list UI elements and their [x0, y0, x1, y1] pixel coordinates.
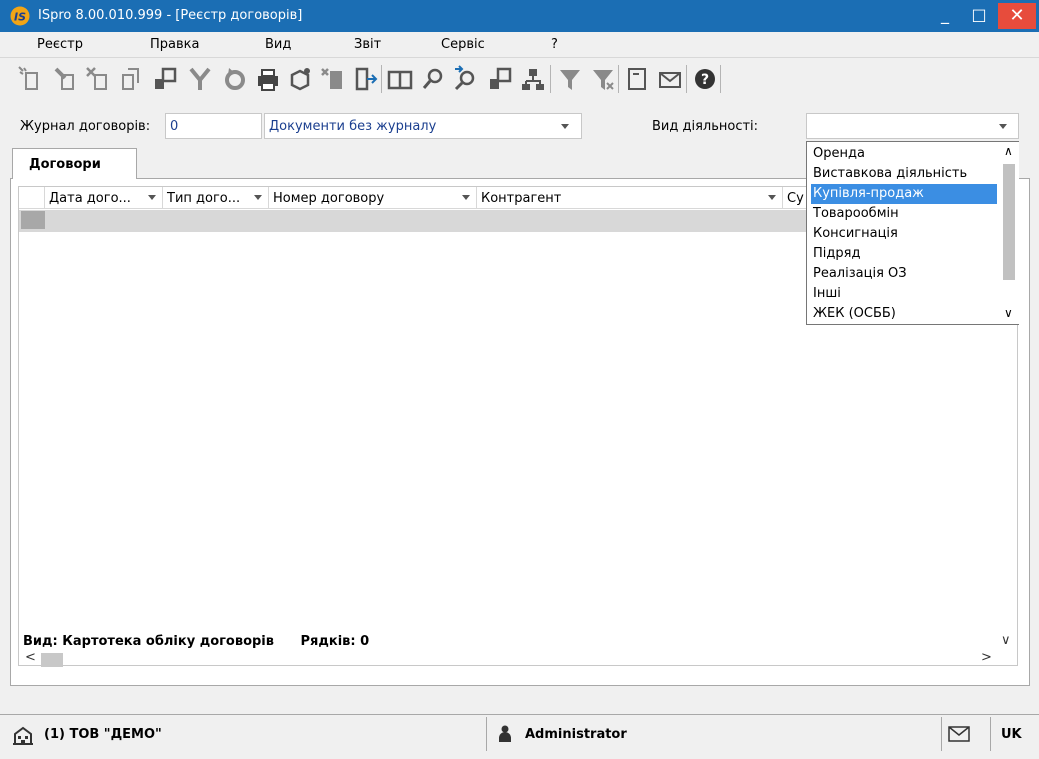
menu-service[interactable]: Сервіс	[441, 37, 485, 52]
option-barter[interactable]: Товарообмін	[811, 204, 997, 224]
option-fixed-assets-sale[interactable]: Реалізація ОЗ	[811, 264, 997, 284]
document-icon[interactable]	[622, 63, 652, 95]
column-header-type[interactable]: Тип дого...	[163, 187, 269, 209]
row-selector-header[interactable]	[19, 187, 45, 209]
book-icon[interactable]	[385, 63, 415, 95]
print-icon[interactable]	[253, 63, 283, 95]
window-title: ISpro 8.00.010.999 - [Реєстр договорів]	[38, 8, 303, 23]
ispro-logo-icon: IS	[10, 6, 30, 26]
user-name: Administrator	[525, 727, 627, 742]
journal-label: Журнал договорів:	[20, 119, 151, 134]
activity-select[interactable]	[806, 113, 1019, 139]
chevron-down-icon	[561, 124, 569, 129]
sort-arrow-icon	[768, 195, 776, 200]
grid-footer: Вид: Картотека обліку договорів Рядків: …	[23, 634, 369, 649]
minimize-button[interactable]: _	[928, 0, 962, 32]
activity-dropdown-list: Оренда Виставкова діяльність Купівля-про…	[806, 141, 1019, 325]
toolbar: ?	[0, 59, 1039, 99]
menu-registry[interactable]: Реєстр	[37, 37, 83, 52]
close-button[interactable]: ✕	[998, 3, 1036, 29]
chevron-up-icon[interactable]: ∧	[1004, 144, 1013, 158]
scroll-right-icon[interactable]: >	[981, 650, 992, 665]
row-count: Рядків: 0	[300, 634, 370, 649]
delete-icon[interactable]	[83, 63, 113, 95]
option-exhibition[interactable]: Виставкова діяльність	[811, 164, 997, 184]
menu-view[interactable]: Вид	[265, 37, 291, 52]
journal-select-value: Документи без журналу	[269, 119, 437, 134]
chevron-down-icon	[999, 124, 1007, 129]
sort-arrow-icon	[148, 195, 156, 200]
svg-text:?: ?	[701, 72, 709, 88]
column-header-counterparty[interactable]: Контрагент	[477, 187, 783, 209]
mail-icon[interactable]	[947, 725, 971, 743]
exit-icon[interactable]	[350, 63, 380, 95]
refresh-icon[interactable]	[220, 63, 250, 95]
filter-icon[interactable]	[555, 63, 585, 95]
tab-contracts[interactable]: Договори	[12, 148, 137, 179]
scroll-down-icon[interactable]: ∨	[1001, 633, 1011, 648]
transfer-icon[interactable]	[318, 63, 348, 95]
option-consignment[interactable]: Консигнація	[811, 224, 997, 244]
archive-icon[interactable]	[285, 63, 315, 95]
edit-icon[interactable]	[50, 63, 80, 95]
search-next-icon[interactable]	[450, 63, 480, 95]
help-icon[interactable]: ?	[690, 63, 720, 95]
search-icon[interactable]	[418, 63, 448, 95]
option-purchase-sale[interactable]: Купівля-продаж	[811, 184, 997, 204]
row-indicator	[21, 211, 45, 229]
menu-report[interactable]: Звіт	[354, 37, 381, 52]
journal-select[interactable]: Документи без журналу	[264, 113, 582, 139]
merge-icon[interactable]	[185, 63, 215, 95]
option-other[interactable]: Інші	[811, 284, 997, 304]
create-icon[interactable]	[15, 63, 45, 95]
option-housing[interactable]: ЖЕК (ОСББ)	[811, 304, 997, 324]
clear-filter-icon[interactable]	[588, 63, 618, 95]
scroll-thumb[interactable]	[1003, 164, 1015, 280]
sort-arrow-icon	[254, 195, 262, 200]
chevron-down-icon[interactable]: ∨	[1004, 306, 1013, 320]
menu-bar: Реєстр Правка Вид Звіт Сервіс ?	[0, 32, 1039, 58]
column-header-number[interactable]: Номер договору	[269, 187, 477, 209]
menu-edit[interactable]: Правка	[150, 37, 199, 52]
scroll-left-icon[interactable]: <	[25, 650, 36, 665]
option-contract-work[interactable]: Підряд	[811, 244, 997, 264]
svg-text:IS: IS	[14, 11, 26, 24]
title-bar: IS ISpro 8.00.010.999 - [Реєстр договорі…	[0, 0, 1039, 32]
company-name: (1) ТОВ "ДЕМО"	[44, 727, 162, 742]
user-icon	[499, 725, 511, 742]
dropdown-scrollbar[interactable]: ∧ ∨	[999, 142, 1019, 324]
language-indicator[interactable]: UK	[1001, 727, 1022, 742]
sort-arrow-icon	[462, 195, 470, 200]
menu-help[interactable]: ?	[551, 37, 558, 52]
export-icon[interactable]	[485, 63, 515, 95]
building-icon	[13, 726, 33, 745]
horizontal-scrollbar[interactable]: < >	[19, 650, 1017, 667]
view-name: Вид: Картотека обліку договорів	[23, 634, 274, 649]
column-header-date[interactable]: Дата дого...	[45, 187, 163, 209]
copy-icon[interactable]	[115, 63, 145, 95]
option-rent[interactable]: Оренда	[811, 144, 997, 164]
scroll-thumb[interactable]	[41, 653, 63, 667]
mail-icon[interactable]	[655, 63, 685, 95]
import-icon[interactable]	[150, 63, 180, 95]
journal-code-field[interactable]: 0	[165, 113, 262, 139]
status-bar: (1) ТОВ "ДЕМО" Administrator UK	[0, 714, 1039, 752]
maximize-button[interactable]: □	[962, 0, 996, 32]
hierarchy-icon[interactable]	[518, 63, 548, 95]
activity-label: Вид діяльності:	[652, 119, 759, 134]
